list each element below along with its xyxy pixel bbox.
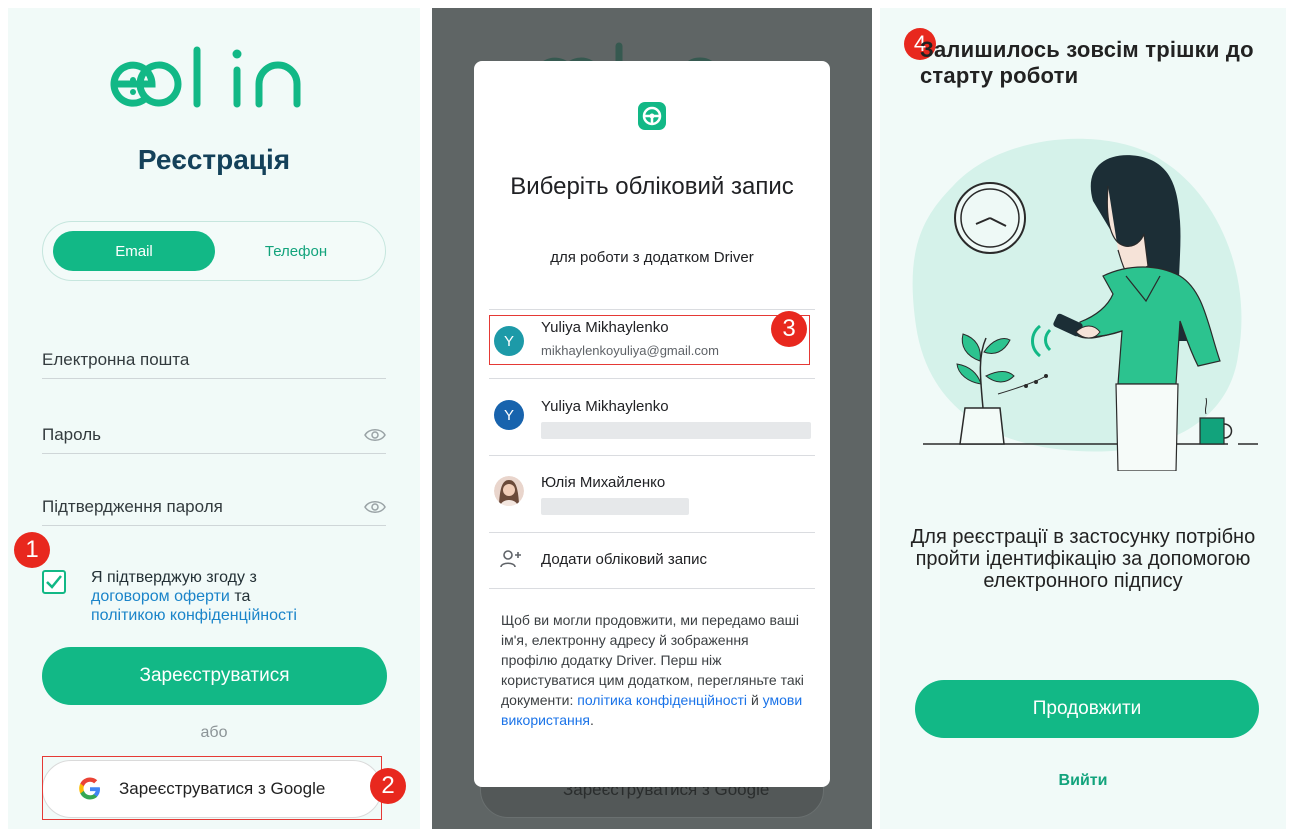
highlight-box bbox=[489, 315, 810, 365]
login-type-toggle: Email Телефон bbox=[42, 221, 386, 281]
tab-email[interactable]: Email bbox=[53, 231, 215, 271]
description-text: Для реєстрації в застосунку потрібно про… bbox=[910, 526, 1256, 592]
offer-link[interactable]: договором оферти bbox=[91, 588, 230, 605]
account-chooser-panel: Зареєструватися з Google Виберіть обліко… bbox=[432, 8, 872, 829]
google-account-dialog: Виберіть обліковий запис для роботи з до… bbox=[474, 61, 830, 787]
eye-icon[interactable] bbox=[364, 500, 386, 514]
account-name: Yuliya Mikhaylenko bbox=[541, 398, 669, 415]
consent-info: Щоб ви могли продовжити, ми передамо ваш… bbox=[501, 610, 807, 730]
eye-icon[interactable] bbox=[364, 428, 386, 442]
email-field-label: Електронна пошта bbox=[42, 349, 190, 369]
step-marker-2: 2 bbox=[370, 768, 406, 804]
dialog-subtitle: для роботи з додатком Driver bbox=[550, 249, 754, 266]
divider bbox=[489, 588, 815, 589]
confirm-password-field[interactable]: Підтвердження пароля bbox=[42, 488, 386, 526]
registration-panel: Реєстрація Email Телефон Електронна пошт… bbox=[8, 8, 420, 829]
page-title: Залишилось зовсім трішки до старту робот… bbox=[920, 37, 1254, 88]
avatar-photo bbox=[494, 476, 524, 506]
page-title: Реєстрація bbox=[137, 144, 291, 175]
driver-app-icon bbox=[638, 102, 666, 130]
tab-phone[interactable]: Телефон bbox=[215, 231, 377, 271]
privacy-policy-link[interactable]: політика конфіденційності bbox=[577, 692, 747, 708]
continue-button[interactable]: Продовжити bbox=[915, 680, 1259, 738]
add-account-button[interactable]: Додати обліковий запис bbox=[541, 551, 707, 568]
check-icon bbox=[46, 575, 62, 589]
step-marker-3: 3 bbox=[771, 311, 807, 347]
account-item[interactable]: Юлія Михайленко bbox=[474, 456, 830, 532]
consent-and: та bbox=[234, 588, 251, 605]
highlight-box bbox=[42, 756, 382, 820]
dialog-title: Виберіть обліковий запис bbox=[510, 173, 794, 200]
consent-checkbox[interactable] bbox=[42, 570, 66, 594]
woman-with-phone-illustration bbox=[912, 138, 1258, 471]
redacted-email bbox=[541, 498, 689, 515]
start-work-panel: 4 Залишилось зовсім трішки до старту роб… bbox=[880, 8, 1286, 829]
privacy-link[interactable]: політикою конфіденційності bbox=[91, 607, 297, 624]
step-marker-1: 1 bbox=[14, 532, 50, 568]
info-end: . bbox=[590, 712, 594, 728]
consent-text: Я підтверджую згоду з договором оферти т… bbox=[91, 568, 391, 625]
add-person-icon bbox=[500, 550, 521, 568]
register-button[interactable]: Зареєструватися bbox=[42, 647, 387, 705]
or-divider: або bbox=[200, 724, 228, 741]
edin-logo bbox=[110, 46, 301, 108]
email-field[interactable]: Електронна пошта bbox=[42, 341, 386, 379]
account-name: Юлія Михайленко bbox=[541, 474, 666, 491]
consent-label: Я підтверджую згоду з bbox=[91, 569, 257, 586]
info-and: й bbox=[750, 692, 759, 708]
confirm-password-label: Підтвердження пароля bbox=[42, 496, 223, 516]
redacted-email bbox=[541, 422, 811, 439]
avatar: Y bbox=[494, 400, 524, 430]
password-field[interactable]: Пароль bbox=[42, 416, 386, 454]
password-field-label: Пароль bbox=[42, 424, 101, 444]
account-item[interactable]: Y Yuliya Mikhaylenko bbox=[474, 379, 830, 455]
exit-link[interactable]: Вийти bbox=[880, 772, 1286, 790]
divider bbox=[489, 532, 815, 533]
